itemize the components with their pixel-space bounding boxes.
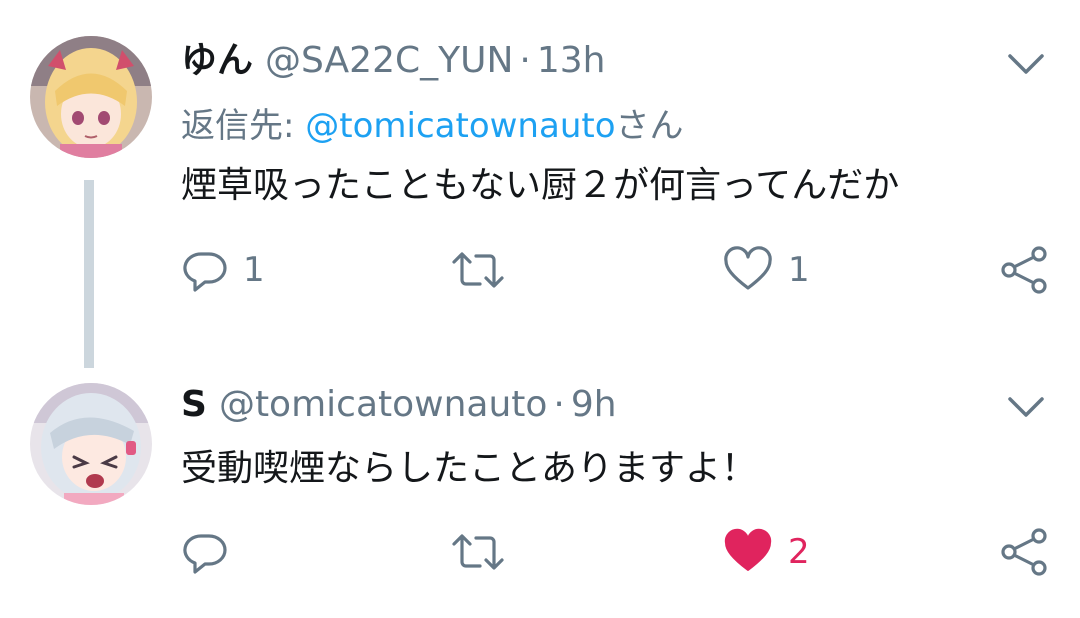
retweet-button[interactable] <box>448 240 522 300</box>
avatar-image <box>30 36 152 158</box>
tweet-header: S @tomicatownauto · 9h <box>181 380 617 430</box>
tweet-text: 受動喫煙ならしたことありますよ！ <box>181 448 758 489</box>
share-button[interactable] <box>999 240 1051 300</box>
separator-dot: · <box>519 40 531 81</box>
tweet[interactable]: S @tomicatownauto · 9h 受動喫煙ならしたことありますよ！ 2 <box>0 370 1080 618</box>
reply-prefix: 返信先: <box>181 106 306 146</box>
reply-icon <box>183 534 227 574</box>
heart-icon <box>724 528 772 571</box>
share-icon <box>1001 528 1047 576</box>
reply-count: 1 <box>243 250 265 290</box>
reply-icon <box>183 252 227 292</box>
tweet-actions: 2 <box>181 522 1051 582</box>
timestamp[interactable]: 13h <box>537 40 606 81</box>
timestamp[interactable]: 9h <box>571 384 617 425</box>
share-icon <box>1001 246 1047 294</box>
reply-button[interactable] <box>181 522 243 582</box>
tweet[interactable]: ゆん @SA22C_YUN · 13h 返信先: @tomicatownautoさん … <box>0 0 1080 370</box>
reply-suffix: さん <box>615 106 684 146</box>
retweet-icon <box>452 252 504 288</box>
chevron-down-icon[interactable] <box>1004 385 1048 429</box>
retweet-button[interactable] <box>448 522 522 582</box>
tweet-actions: 1 1 <box>181 240 1051 300</box>
user-handle[interactable]: @SA22C_YUN <box>265 40 513 81</box>
tweet-text: 煙草吸ったこともない厨２が何言ってんだか <box>181 165 900 206</box>
like-button[interactable]: 1 <box>722 240 810 300</box>
reply-context: 返信先: @tomicatownautoさん <box>181 101 684 151</box>
user-handle[interactable]: @tomicatownauto <box>219 384 547 425</box>
avatar[interactable] <box>30 36 152 158</box>
share-button[interactable] <box>999 522 1051 582</box>
thread-line <box>84 180 94 368</box>
avatar[interactable] <box>30 383 152 505</box>
display-name[interactable]: ゆん <box>181 40 253 81</box>
like-count: 2 <box>788 532 810 572</box>
heart-icon <box>724 246 772 290</box>
retweet-icon <box>452 534 504 570</box>
like-button[interactable]: 2 <box>722 522 810 582</box>
chevron-down-icon[interactable] <box>1004 42 1048 86</box>
reply-handle-link[interactable]: @tomicatownauto <box>305 106 615 146</box>
avatar-image <box>30 383 152 505</box>
reply-button[interactable]: 1 <box>181 240 265 300</box>
tweet-header: ゆん @SA22C_YUN · 13h <box>181 36 605 86</box>
like-count: 1 <box>788 250 810 290</box>
separator-dot: · <box>553 384 565 425</box>
display-name[interactable]: S <box>181 384 207 425</box>
